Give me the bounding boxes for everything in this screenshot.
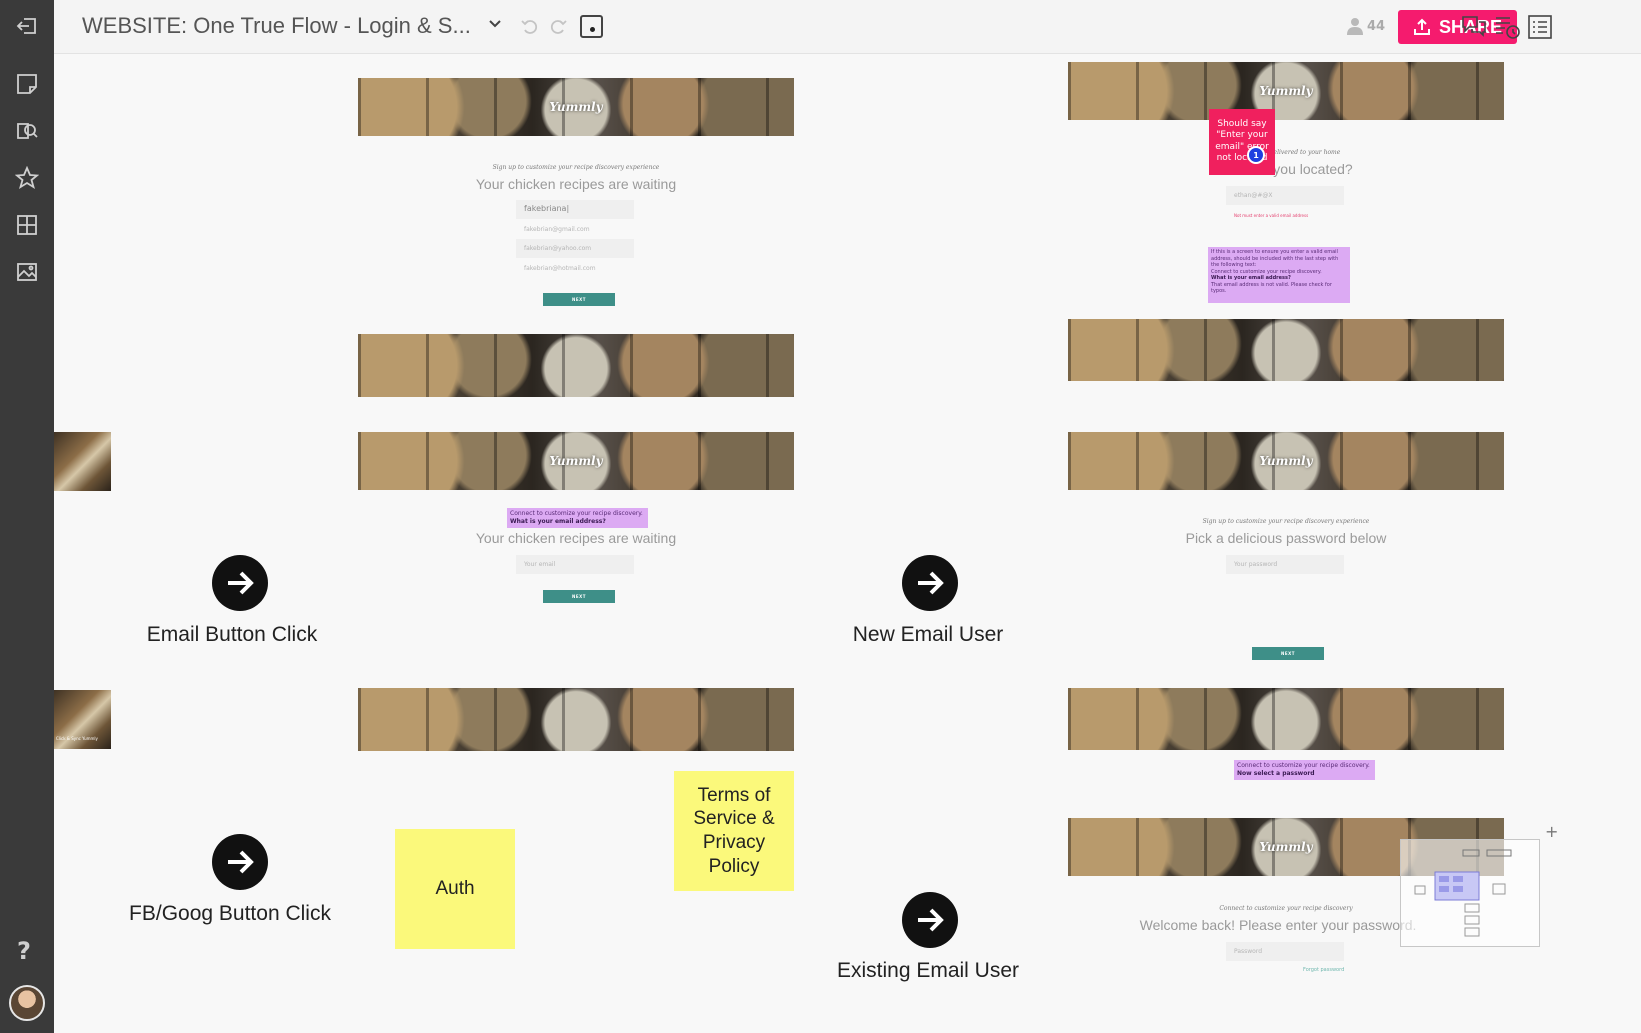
undo-icon[interactable]: [520, 16, 540, 40]
next-button[interactable]: NEXT: [1252, 647, 1324, 660]
password-heading: Pick a delicious password below: [1185, 530, 1387, 546]
board-list-icon[interactable]: [1526, 13, 1554, 41]
comment-badge[interactable]: 1: [1247, 146, 1265, 164]
sticky-note-terms[interactable]: Terms of Service & Privacy Policy: [674, 771, 794, 891]
help-button[interactable]: ?: [17, 937, 31, 965]
star-icon[interactable]: [13, 164, 41, 192]
password-subheading: Sign up to customize your recipe discove…: [1202, 518, 1370, 525]
yummly-banner[interactable]: [1068, 319, 1504, 381]
flow-label[interactable]: Existing Email User: [837, 959, 1019, 983]
next-button[interactable]: NEXT: [543, 293, 615, 306]
comment-text: Connect to customize your recipe discove…: [510, 510, 643, 517]
flow-arrow-node[interactable]: [902, 555, 958, 611]
yummly-logo: Yummly: [549, 100, 603, 114]
signup-heading: Your chicken recipes are waiting: [475, 530, 677, 546]
comment-text: That email address is not valid. Please …: [1211, 281, 1332, 295]
presentation-mode-button[interactable]: [580, 15, 603, 38]
top-bar: WEBSITE: One True Flow - Login & S... 44…: [54, 0, 1641, 54]
minimap[interactable]: [1400, 839, 1540, 947]
comment-note[interactable]: If this is a screen to ensure you enter …: [1208, 247, 1350, 303]
comment-note[interactable]: Connect to customize your recipe discove…: [1234, 760, 1375, 780]
screen-thumbnail[interactable]: Click & Sync Yummly: [54, 690, 111, 749]
email-field[interactable]: Your email: [516, 555, 634, 574]
forgot-password-link[interactable]: Forgot password: [1303, 967, 1344, 973]
yummly-banner[interactable]: Yummly: [1068, 432, 1504, 490]
yummly-banner[interactable]: [1068, 688, 1504, 750]
zoom-in-icon[interactable]: +: [1545, 822, 1558, 841]
grid-template-icon[interactable]: [13, 211, 41, 239]
redo-icon[interactable]: [548, 16, 568, 40]
login-heading: Welcome back! Please enter your password…: [1139, 917, 1417, 933]
user-icon: [1347, 18, 1363, 35]
thumbnail-caption: Click & Sync Yummly: [56, 736, 98, 741]
flow-label[interactable]: FB/Goog Button Click: [129, 902, 331, 926]
yummly-banner[interactable]: Yummly: [1068, 62, 1504, 120]
comment-note[interactable]: Connect to customize your recipe discove…: [507, 508, 648, 528]
flow-label[interactable]: Email Button Click: [147, 623, 317, 647]
yummly-banner[interactable]: [358, 688, 794, 751]
email-suggestion[interactable]: fakebrian@hotmail.com: [516, 259, 634, 278]
arrow-right-icon: [918, 908, 944, 932]
user-avatar[interactable]: [9, 985, 45, 1021]
email-suggestion[interactable]: fakebrian@gmail.com: [516, 220, 634, 239]
email-suggestion[interactable]: fakebrian@yahoo.com: [516, 239, 634, 258]
yummly-logo: Yummly: [549, 454, 603, 468]
email-error: Not must enter a valid email address: [1234, 213, 1309, 218]
arrow-right-icon: [228, 850, 254, 874]
sticky-note-auth[interactable]: Auth: [395, 829, 515, 949]
password-field[interactable]: Password: [1226, 942, 1344, 961]
login-subheading: Connect to customize your recipe discove…: [1219, 905, 1353, 912]
comment-text: If this is a screen to ensure you enter …: [1211, 249, 1339, 268]
image-search-icon[interactable]: [13, 117, 41, 145]
arrow-right-icon: [918, 571, 944, 595]
password-field[interactable]: Your password: [1226, 555, 1344, 574]
collaborators-number: 44: [1367, 18, 1386, 34]
screen-thumbnail[interactable]: [54, 432, 111, 491]
arrow-right-icon: [228, 571, 254, 595]
board-title[interactable]: WEBSITE: One True Flow - Login & S...: [82, 13, 471, 39]
comment-text-bold: What is your email address?: [510, 517, 606, 525]
flow-arrow-node[interactable]: [902, 892, 958, 948]
review-sticky-note[interactable]: Should say "Enter your email" error not …: [1209, 109, 1275, 175]
collaborators-count[interactable]: 44: [1346, 17, 1385, 35]
yummly-banner[interactable]: Yummly: [358, 78, 794, 136]
signup-subheading: Sign up to customize your recipe discove…: [492, 164, 660, 171]
image-upload-icon[interactable]: [13, 258, 41, 286]
exit-board-icon[interactable]: [13, 12, 41, 40]
flow-arrow-node[interactable]: [212, 555, 268, 611]
yummly-logo: Yummly: [1259, 840, 1313, 854]
sticky-note-icon[interactable]: [13, 70, 41, 98]
left-sidebar: ?: [0, 0, 54, 1033]
email-field[interactable]: ethan@#@X: [1226, 186, 1344, 205]
yummly-banner[interactable]: Yummly: [358, 432, 794, 490]
upload-icon: [1413, 18, 1430, 35]
chevron-down-icon[interactable]: [488, 16, 502, 35]
activity-history-icon[interactable]: [1493, 13, 1521, 41]
flow-arrow-node[interactable]: [212, 834, 268, 890]
yummly-banner[interactable]: [358, 334, 794, 397]
comments-icon[interactable]: [1460, 13, 1488, 41]
yummly-logo: Yummly: [1259, 84, 1313, 98]
comment-text: Connect to customize your recipe discove…: [1237, 762, 1370, 769]
next-button[interactable]: NEXT: [543, 590, 615, 603]
comment-text-bold: Now select a password: [1237, 769, 1315, 777]
email-field[interactable]: fakebriana|: [516, 200, 634, 219]
flow-label[interactable]: New Email User: [853, 623, 1004, 647]
yummly-logo: Yummly: [1259, 454, 1313, 468]
signup-heading: Your chicken recipes are waiting: [475, 176, 677, 192]
